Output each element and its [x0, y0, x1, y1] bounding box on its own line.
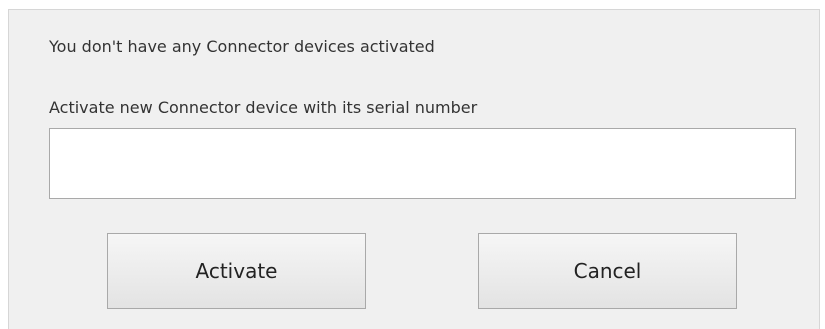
activate-button[interactable]: Activate: [107, 233, 366, 309]
cancel-button[interactable]: Cancel: [478, 233, 737, 309]
activate-connector-dialog: You don't have any Connector devices act…: [8, 9, 820, 329]
serial-number-label: Activate new Connector device with its s…: [49, 98, 478, 117]
serial-number-input[interactable]: [49, 128, 796, 199]
no-devices-message: You don't have any Connector devices act…: [49, 37, 435, 56]
